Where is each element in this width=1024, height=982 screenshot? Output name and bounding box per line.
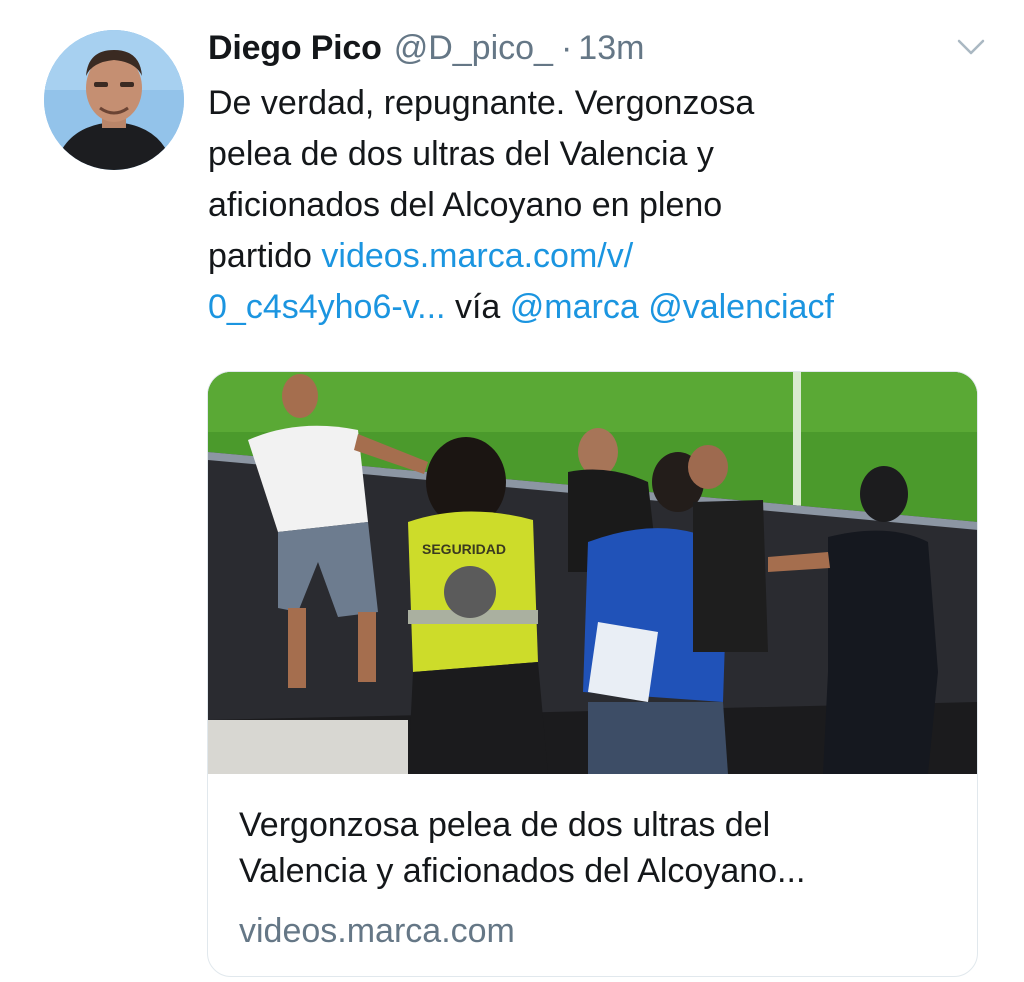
mention-valenciacf[interactable]: @valenciacf <box>648 288 834 326</box>
author-name[interactable]: Diego Pico <box>208 29 382 68</box>
tweet-text-fragment: vía <box>445 288 510 326</box>
tweet-text-line: pelea de dos ultras del Valencia y <box>208 135 714 173</box>
mention-marca[interactable]: @marca <box>510 288 639 326</box>
chevron-down-icon <box>957 39 985 55</box>
author-handle[interactable]: @D_pico_ <box>394 29 553 68</box>
tweet-timestamp[interactable]: 13m <box>578 29 644 68</box>
tweet-text: De verdad, repugnante. Vergonzosa pelea … <box>208 78 998 333</box>
tweet-text-line: aficionados del Alcoyano en pleno <box>208 186 723 224</box>
card-title-line: Valencia y aficionados del Alcoyano... <box>239 852 806 890</box>
vest-label: SEGURIDAD <box>422 541 506 557</box>
link-preview-card[interactable]: SEGURIDAD Vergonzosa pelea de dos ultras… <box>207 371 978 977</box>
tweet-text-line: 0_c4s4yho6-v... vía @marca @valenciacf <box>208 282 998 333</box>
video-link[interactable]: videos.marca.com/v/ <box>321 237 633 275</box>
avatar-photo <box>44 30 184 170</box>
tweet-text-fragment: partido <box>208 237 322 275</box>
author-avatar[interactable] <box>44 30 184 170</box>
card-title-line: Vergonzosa pelea de dos ultras del <box>239 806 771 844</box>
tweet-options-button[interactable] <box>956 36 986 58</box>
video-link-continued[interactable]: 0_c4s4yho6-v... <box>208 288 446 326</box>
card-title[interactable]: Vergonzosa pelea de dos ultras del Valen… <box>239 802 959 894</box>
card-domain[interactable]: videos.marca.com <box>239 908 515 954</box>
tweet-text-line: partido videos.marca.com/v/ <box>208 231 998 282</box>
card-thumbnail[interactable]: SEGURIDAD <box>208 372 977 774</box>
mention-separator <box>639 288 648 326</box>
tweet-header: Diego Pico @D_pico_ · 13m <box>208 24 644 72</box>
video-thumbnail-image: SEGURIDAD <box>208 372 977 774</box>
separator-dot: · <box>560 28 573 67</box>
tweet-text-line: De verdad, repugnante. Vergonzosa <box>208 84 755 122</box>
